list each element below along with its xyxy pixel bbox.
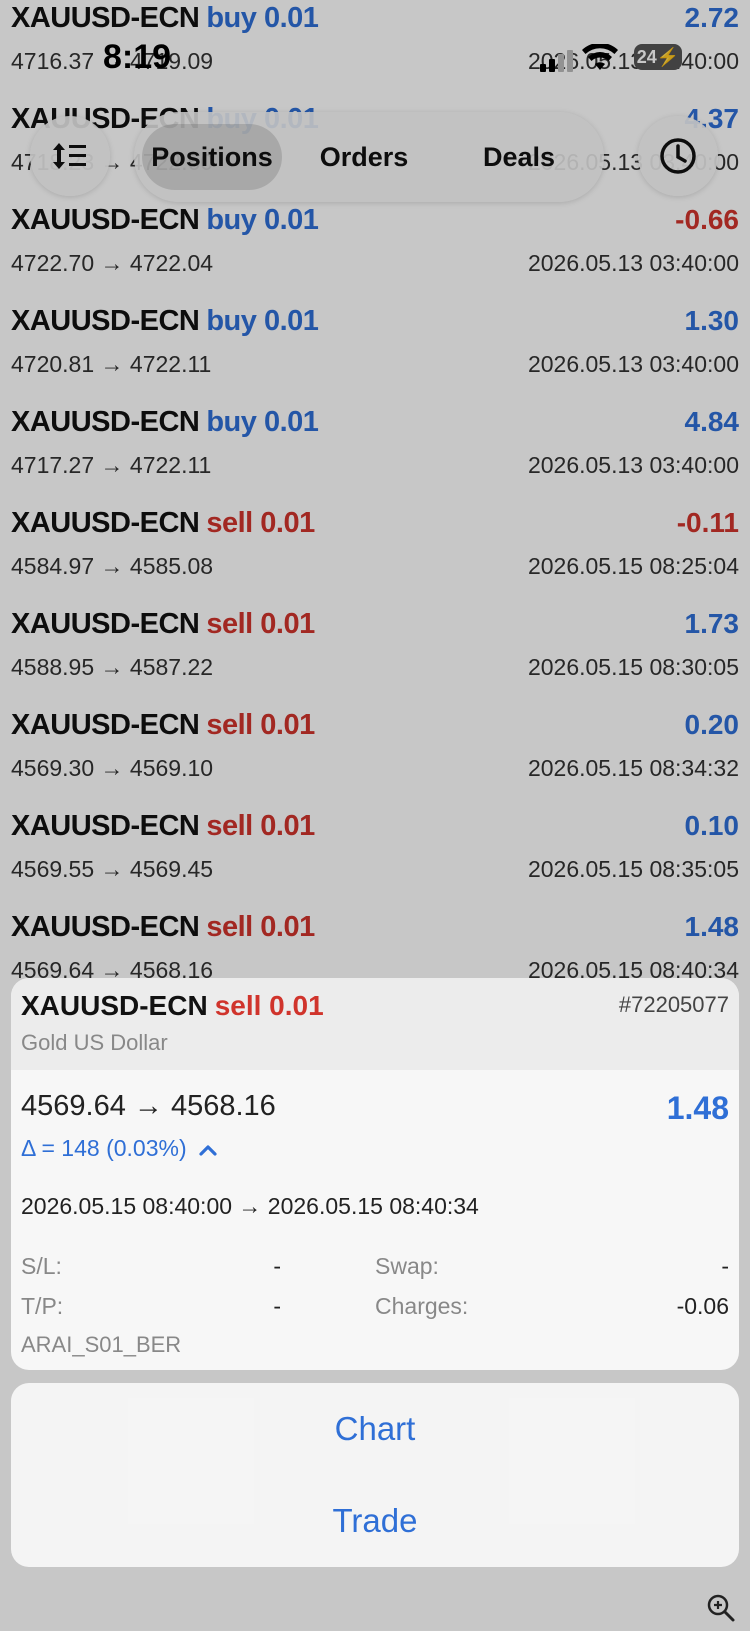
chevron-up-icon bbox=[199, 1145, 217, 1156]
deal-detail-card: XAUUSD-ECN sell 0.01 #72205077 Gold US Do… bbox=[11, 978, 739, 1370]
swap-value: - bbox=[721, 1253, 729, 1279]
delta-toggle[interactable]: Δ = 148 (0.03%) bbox=[21, 1135, 217, 1162]
deal-detail-symbol: XAUUSD-ECN sell 0.01 bbox=[21, 990, 324, 1021]
trade-button[interactable]: Trade bbox=[11, 1475, 739, 1567]
zoom-in-icon[interactable] bbox=[706, 1593, 736, 1623]
charges-value: -0.06 bbox=[676, 1293, 729, 1319]
action-sheet: Chart Trade bbox=[11, 1383, 739, 1567]
swap-label: Swap: bbox=[375, 1253, 439, 1279]
chart-button[interactable]: Chart bbox=[11, 1383, 739, 1475]
deal-comment: ARAI_S01_BER bbox=[21, 1332, 182, 1357]
deal-detail-times: 2026.05.15 08:40:00 → 2026.05.15 08:40:3… bbox=[21, 1193, 479, 1219]
tp-label: T/P: bbox=[21, 1293, 64, 1319]
deal-detail-header: XAUUSD-ECN sell 0.01 #72205077 Gold US Do… bbox=[11, 978, 739, 1070]
charges-label: Charges: bbox=[375, 1293, 469, 1319]
sl-value: - bbox=[273, 1253, 281, 1279]
deal-detail-profit: 1.48 bbox=[666, 1090, 729, 1126]
deal-detail-prices: 4569.64 → 4568.16 bbox=[21, 1090, 276, 1122]
deal-ticket: #72205077 bbox=[618, 992, 729, 1017]
deal-detail-side: sell 0.01 bbox=[214, 990, 324, 1021]
symbol-description: Gold US Dollar bbox=[21, 1030, 168, 1055]
sl-label: S/L: bbox=[21, 1253, 62, 1279]
tp-value: - bbox=[273, 1293, 281, 1319]
